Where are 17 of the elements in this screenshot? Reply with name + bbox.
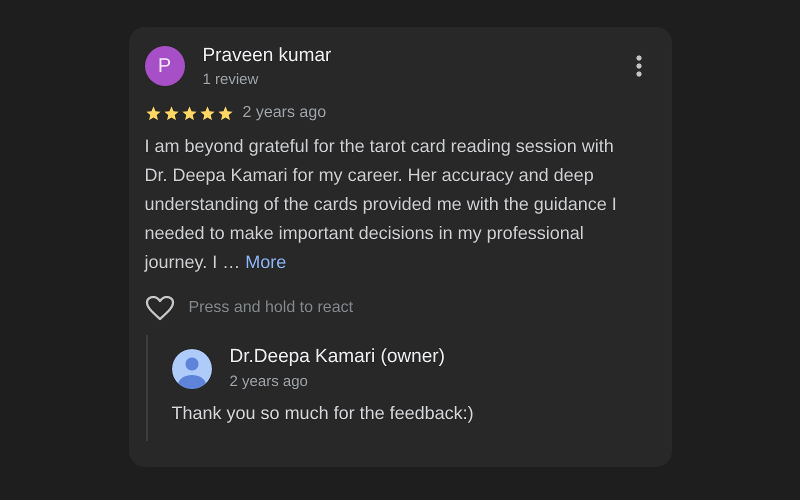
star-icon: [144, 104, 162, 122]
star-icon: [216, 104, 234, 122]
star-icon: [180, 104, 198, 122]
review-date: 2 years ago: [242, 104, 326, 122]
author-name[interactable]: Praveen kumar: [202, 45, 612, 67]
star-icon: [198, 104, 216, 122]
owner-name: Dr.Deepa Kamari (owner): [230, 345, 446, 369]
more-link[interactable]: More: [245, 252, 286, 272]
review-count: 1 review: [202, 70, 260, 90]
owner-avatar-icon: [172, 349, 212, 389]
star-icon: [162, 104, 180, 122]
react-hint: Press and hold to react: [188, 299, 354, 317]
reply-date: 2 years ago: [230, 372, 309, 392]
reply-text: Thank you so much for the feedback:): [172, 403, 475, 424]
user-avatar[interactable]: P: [144, 46, 184, 86]
heart-icon[interactable]: [144, 295, 174, 321]
review-text: I am beyond grateful for the tarot card reading session with Dr. Deepa Kamari for my career. Her accuracy and deep understanding of the cards provided me with the guidance I needed to make important decisions in my professional journey. I … More: [144, 135, 618, 274]
